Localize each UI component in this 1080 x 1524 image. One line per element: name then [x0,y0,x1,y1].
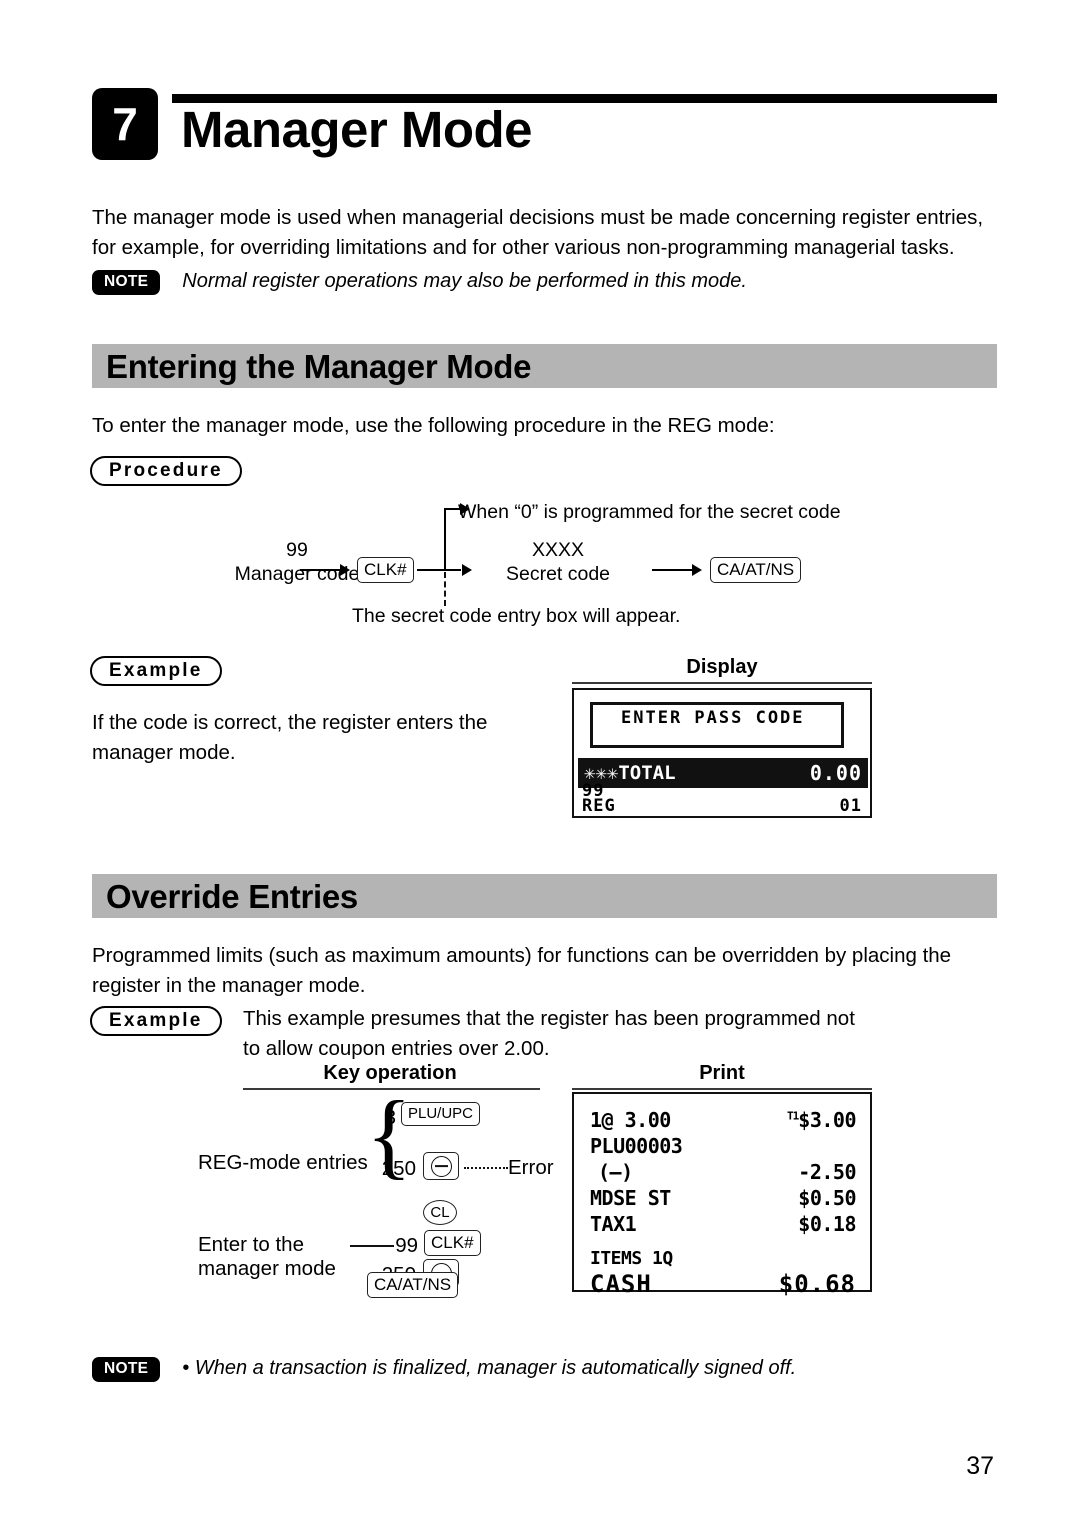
procedure-label: Procedure [90,456,242,486]
section-header-label: Override Entries [106,877,358,915]
lcd-total-amount: 0.00 [809,761,862,785]
receipt-line: ITEMS 1Q [590,1248,856,1269]
receipt-line-left: (—) [598,1160,633,1184]
receipt-line-left: PLU00003 [590,1134,683,1158]
procedure-secret-code-value: XXXX [531,539,585,561]
flow-branch-top-head [460,503,470,515]
receipt-line-total: CASH $0.68 [590,1270,856,1298]
keycap-clk-number[interactable]: CLK# [357,557,414,583]
page-title: Manager Mode [181,101,533,158]
lcd-total-row: ✳✳✳TOTAL 0.00 [578,758,868,788]
chapter-number-badge: 7 [92,88,158,160]
keycap-ca-at-ns-override[interactable]: CA/AT/NS [367,1272,459,1298]
print-caption: Print [699,1062,745,1084]
manual-page: 7 Manager Mode The manager mode is used … [0,0,1080,1524]
lcd-display-panel: ENTER PASS CODE ✳✳✳TOTAL 0.00 99 REG 01 [572,688,872,818]
section-header-entering-manager-mode: Entering the Manager Mode [92,344,997,388]
keyop-error-leader [464,1167,508,1169]
lcd-pass-code-box: ENTER PASS CODE [590,702,844,748]
override-body-text: Programmed limits (such as maximum amoun… [92,944,952,997]
flow-arrow-1-head [340,564,350,576]
section-header-label: Entering the Manager Mode [106,347,532,385]
receipt-line-right: $0.50 [798,1186,856,1210]
receipt-line-left: MDSE ST [590,1186,671,1210]
receipt-line-left: TAX1 [590,1212,637,1236]
receipt-line-right: T1$3.00 [787,1108,856,1132]
flow-branch-stub [417,569,461,572]
receipt-line-left: 1@ 3.00 [590,1108,671,1132]
receipt-line-right: -2.50 [798,1160,856,1184]
receipt-line: (—) -2.50 [590,1160,856,1184]
lcd-status-row: REG 01 [582,796,862,816]
keycap-clear[interactable]: CL [423,1200,457,1225]
circle-minus-icon [430,1155,452,1177]
keycap-clk-number-override[interactable]: CLK# [424,1230,481,1256]
page-number: 37 [966,1452,994,1480]
note-badge: NOTE [92,1357,161,1382]
receipt-line: MDSE ST $0.50 [590,1186,856,1210]
keyop-group-label: REG-mode entries [198,1151,368,1174]
receipt-line-amount: $3.00 [798,1108,856,1132]
keyop-row2-value: 250 [381,1157,416,1180]
example-label-entering: Example [90,656,222,686]
receipt-line: PLU00003 [590,1134,856,1158]
lcd-pass-code-label: ENTER PASS CODE [617,708,809,728]
intro-paragraph: The manager mode is used when managerial… [92,206,984,259]
tax-symbol: T1 [787,1109,799,1123]
procedure-footnote: The secret code entry box will appear. [352,605,681,627]
example-label-override: Example [90,1006,222,1036]
note-callout-top: NOTE Normal register operations may also… [92,268,997,295]
note-text: Normal register operations may also be p… [182,270,747,292]
receipt-line: 1@ 3.00 T1$3.00 [590,1108,856,1132]
receipt-total-amount: $0.68 [778,1270,856,1298]
receipt-line-right: $0.18 [798,1212,856,1236]
flow-arrow-1-shaft [300,569,342,572]
keyop-row1-value: 3 [384,1106,396,1129]
display-caption: Display [686,656,758,678]
note-text: • When a transaction is finalized, manag… [182,1357,797,1379]
receipt-print-panel: 1@ 3.00 T1$3.00 PLU00003 (—) -2.50 MDSE … [572,1092,872,1298]
entering-example-text: If the code is correct, the register ent… [92,711,488,764]
chapter-header: 7 Manager Mode [92,88,997,170]
note-callout-bottom: NOTE • When a transaction is finalized, … [92,1355,997,1382]
override-example-text: This example presumes that the register … [243,1007,855,1060]
flow-arrow-3-head [692,564,702,576]
keycap-plu-upc[interactable]: PLU/UPC [401,1102,481,1126]
procedure-flow-diagram: When “0” is programmed for the secret co… [92,498,997,627]
section-header-override-entries: Override Entries [92,874,997,918]
flow-branch-dashed-drop [444,572,446,606]
entering-lead-in: To enter the manager mode, use the follo… [92,414,775,437]
minus-key-icon[interactable] [423,1152,459,1180]
keyop-enter-label-line2: manager mode [198,1257,336,1280]
display-caption-rule [572,682,872,685]
lcd-register-number: 01 [839,796,862,816]
keycap-ca-at-ns-procedure[interactable]: CA/AT/NS [710,557,802,583]
note-badge: NOTE [92,270,161,295]
lcd-mode-label: REG [582,796,616,816]
keyop-row4-value: 99 [395,1234,418,1257]
flow-arrow-3-shaft [652,569,694,572]
receipt-line: TAX1 $0.18 [590,1212,856,1236]
receipt-total-label: CASH [590,1270,652,1298]
keyop-enter-label-line1: Enter to the [198,1233,304,1256]
receipt-line-left: ITEMS 1Q [590,1248,673,1269]
procedure-secret-code-label: Secret code [505,563,611,585]
print-caption-rule [572,1088,872,1091]
procedure-branch-note: When “0” is programmed for the secret co… [458,501,841,523]
flow-branch-riser [444,508,447,571]
